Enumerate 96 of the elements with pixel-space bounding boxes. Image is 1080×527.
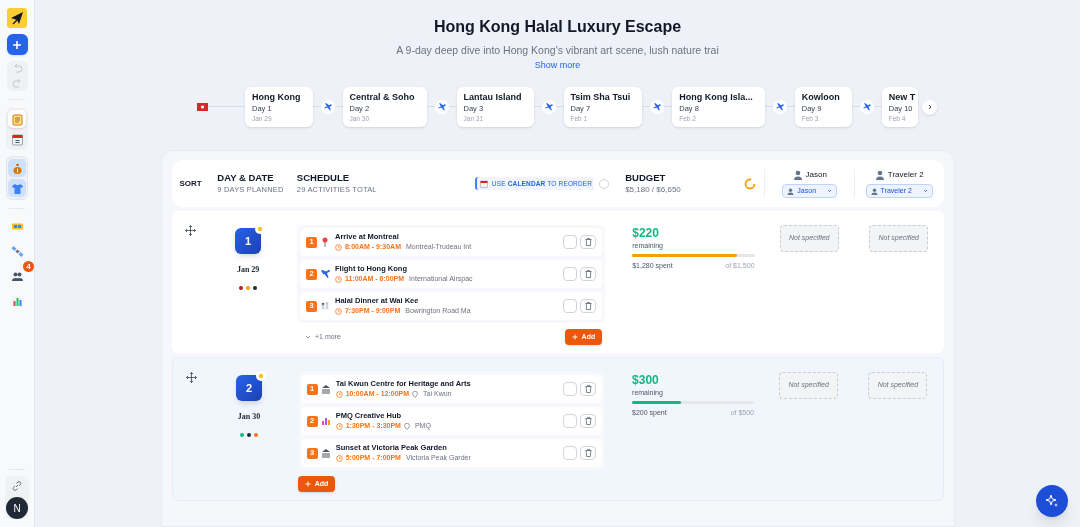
stop-name: Central & Soho xyxy=(349,91,415,103)
person-icon xyxy=(792,170,803,180)
satellite-button[interactable] xyxy=(10,244,24,258)
airplane-icon xyxy=(319,269,330,279)
drag-handle-icon[interactable] xyxy=(185,372,197,383)
checkbox[interactable] xyxy=(563,235,578,249)
pin-icon xyxy=(320,237,329,247)
delete-button[interactable] xyxy=(580,414,597,428)
airplane-icon xyxy=(859,100,874,114)
plus-icon xyxy=(571,334,578,340)
checkbox[interactable] xyxy=(563,299,578,313)
sun-icon xyxy=(255,371,266,381)
airplane-icon xyxy=(772,100,787,114)
delete-button[interactable] xyxy=(580,299,597,313)
day-number-badge: 2 xyxy=(235,375,262,401)
notepad-tab[interactable] xyxy=(8,110,26,128)
traveler-name: Traveler 2 xyxy=(887,169,924,181)
avatar[interactable]: N xyxy=(6,497,28,519)
satellite-icon xyxy=(10,244,24,258)
trash-icon xyxy=(584,385,592,393)
add-button[interactable] xyxy=(6,34,28,55)
airplane-icon xyxy=(541,100,556,114)
plus-icon xyxy=(304,481,311,487)
airplane-icon xyxy=(434,100,449,114)
traveler-name: Jason xyxy=(805,169,827,181)
sun-icon xyxy=(255,224,266,234)
budget-remaining: $220 xyxy=(632,226,660,241)
bar-chart-icon xyxy=(10,294,24,308)
stop-name: Hong Kong xyxy=(252,91,301,103)
calendar-icon xyxy=(10,132,24,146)
trip-title: Hong Kong Halal Luxury Escape xyxy=(433,17,682,37)
count-badge: 4 xyxy=(23,261,34,272)
checkbox[interactable] xyxy=(563,446,578,460)
museum-icon xyxy=(320,384,331,394)
trash-icon xyxy=(584,302,592,310)
progress-ring-icon xyxy=(744,177,757,190)
show-more-link[interactable]: Show more xyxy=(534,59,581,71)
bar-chart-button[interactable] xyxy=(10,294,24,308)
airplane-icon xyxy=(650,100,665,114)
clock-icon xyxy=(334,275,342,283)
money-bag-tab[interactable] xyxy=(8,159,26,177)
chevron-right-icon xyxy=(926,104,933,110)
clock-icon xyxy=(335,422,343,430)
calendar-icon xyxy=(479,179,488,188)
notepad-icon xyxy=(10,112,24,126)
budget-remaining: $300 xyxy=(632,373,660,388)
checkbox[interactable] xyxy=(563,382,578,396)
column-heading: BUDGET xyxy=(625,172,667,184)
delete-button[interactable] xyxy=(580,267,597,281)
shirt-tab[interactable] xyxy=(8,179,26,197)
checkbox[interactable] xyxy=(563,414,578,428)
ai-assistant-button[interactable] xyxy=(1036,485,1068,517)
flag-icon xyxy=(197,103,208,111)
person-icon xyxy=(870,187,878,195)
bar-chart-icon xyxy=(320,416,331,426)
checkbox[interactable] xyxy=(563,267,578,281)
chevron-down-icon xyxy=(827,189,833,193)
trash-icon xyxy=(584,417,592,425)
person-icon xyxy=(787,187,795,195)
column-heading: SCHEDULE xyxy=(296,172,351,184)
delete-button[interactable] xyxy=(580,446,597,460)
column-heading: DAY & DATE xyxy=(217,172,275,184)
chevron-down-icon xyxy=(304,335,311,339)
clock-icon xyxy=(334,243,342,251)
trash-icon xyxy=(584,270,592,278)
sort-label: SORT xyxy=(178,177,203,190)
delete-button[interactable] xyxy=(580,382,597,396)
paper-plane-logo-icon xyxy=(7,8,27,28)
calendar-toggle[interactable] xyxy=(599,178,610,189)
trash-icon xyxy=(584,449,592,457)
plus-icon xyxy=(12,39,22,50)
day-date: Jan 29 xyxy=(236,264,260,276)
trash-icon xyxy=(584,238,592,246)
money-bag-icon xyxy=(10,161,24,175)
clock-icon xyxy=(334,307,342,315)
drag-handle-icon[interactable] xyxy=(184,225,196,236)
clock-icon xyxy=(335,454,343,462)
shirt-icon xyxy=(10,181,24,195)
trip-description: A 9-day deep dive into Hong Kong's vibrant art scene, lush nature trai xyxy=(396,43,719,57)
chevron-down-icon xyxy=(922,189,928,193)
airplane-icon xyxy=(320,100,335,114)
stop-name: Lantau Island xyxy=(463,91,522,103)
clock-icon xyxy=(335,390,343,398)
stop-name: Hong Kong Isla... xyxy=(679,91,753,103)
delete-button[interactable] xyxy=(580,235,597,249)
dining-icon xyxy=(319,301,330,311)
stop-name: New T xyxy=(888,91,916,103)
sparkle-icon xyxy=(1045,494,1059,508)
stop-name: Tsim Sha Tsui xyxy=(570,91,631,103)
museum-icon xyxy=(320,448,331,458)
person-icon xyxy=(874,170,885,180)
day-number-badge: 1 xyxy=(235,228,262,254)
budget-total: $5,180 / $6,650 xyxy=(625,184,681,195)
day-date: Jan 30 xyxy=(237,411,261,423)
link-icon[interactable] xyxy=(11,480,23,492)
stop-name: Kowloon xyxy=(801,91,840,103)
